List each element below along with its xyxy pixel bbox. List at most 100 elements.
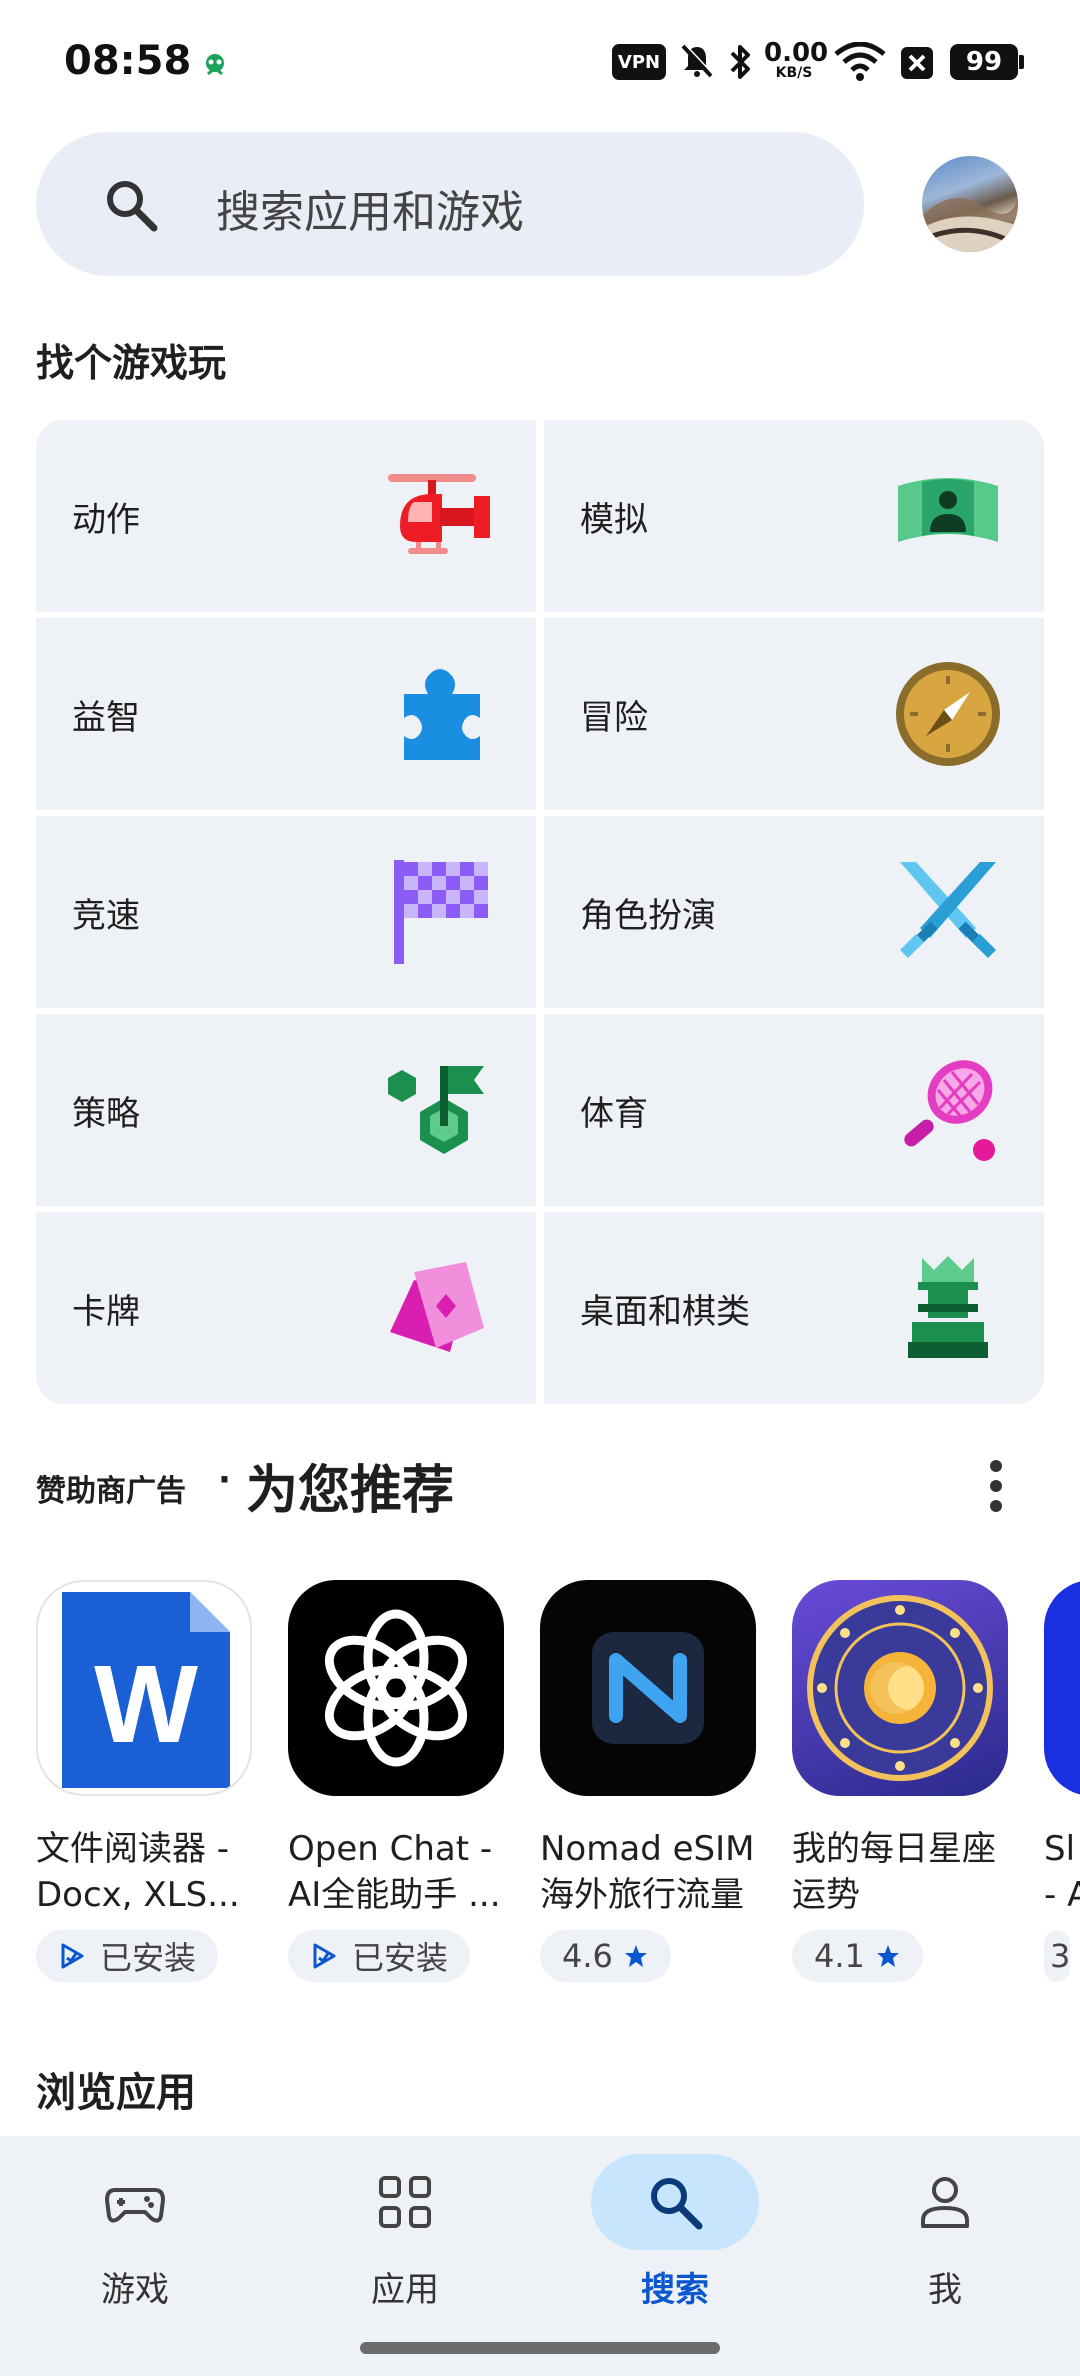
cards-icon <box>390 1262 484 1352</box>
app-name-line2: 运势 <box>792 1875 860 1915</box>
installed-badge: 已安装 <box>288 1930 471 1982</box>
search-placeholder: 搜索应用和游戏 <box>216 187 524 238</box>
search-bar[interactable]: 搜索应用和游戏 <box>36 132 864 276</box>
separator-dot: · <box>218 1460 231 1500</box>
tennis-racket-icon <box>904 1060 995 1161</box>
app-card-file-reader[interactable]: W 文件阅读器 - Docx, XLS... 已安装 <box>36 1580 254 1982</box>
crossed-swords-icon <box>900 862 996 958</box>
avatar-image <box>922 196 1018 252</box>
nav-label: 我 <box>928 2270 962 2310</box>
zodiac-wheel-icon <box>792 1580 1008 1796</box>
simulation-icon <box>898 478 998 542</box>
helicopter-icon <box>388 474 490 554</box>
installed-icon <box>313 1943 336 1969</box>
nav-label: 搜索 <box>641 2270 709 2310</box>
category-label: 卡牌 <box>72 1292 140 1332</box>
network-speed: 0.00 KB/S <box>764 38 829 81</box>
nav-me[interactable]: 我 <box>810 2136 1080 2376</box>
category-puzzle[interactable]: 益智 <box>36 618 536 810</box>
app-name-line2: Docx, XLS... <box>36 1875 240 1915</box>
search-icon <box>107 181 158 232</box>
category-label: 竞速 <box>72 896 140 936</box>
category-action[interactable]: 动作 <box>36 420 536 612</box>
installed-icon <box>61 1943 84 1969</box>
app-name-line2: AI全能助手 ... <box>288 1875 501 1915</box>
badge-text: 已安装 <box>352 1939 449 1977</box>
nav-label: 游戏 <box>101 2270 169 2310</box>
category-racing[interactable]: 竞速 <box>36 816 536 1008</box>
category-simulation[interactable]: 模拟 <box>544 420 1044 612</box>
category-label: 桌面和棋类 <box>580 1292 750 1332</box>
star-icon <box>624 1945 647 1967</box>
category-strategy[interactable]: 策略 <box>36 1014 536 1206</box>
category-label: 益智 <box>72 698 140 738</box>
account-avatar[interactable] <box>922 156 1018 252</box>
app-card-horoscope[interactable]: 我的每日星座 运势 4.1 <box>792 1580 1010 1982</box>
installed-badge: 已安装 <box>36 1930 219 1982</box>
bug-icon <box>206 54 224 76</box>
category-board[interactable]: 桌面和棋类 <box>544 1212 1044 1404</box>
rating-badge: 4.1 <box>792 1930 923 1982</box>
badge-text: 已安装 <box>100 1939 197 1977</box>
checkered-flag-icon <box>394 860 488 964</box>
nav-games[interactable]: 游戏 <box>0 2136 270 2376</box>
app-name-line2: 海外旅行流量 <box>540 1875 744 1915</box>
app-card-open-chat[interactable]: Open Chat - AI全能助手 ... 已安装 <box>288 1580 506 1982</box>
mute-icon <box>681 43 714 78</box>
rating-value: 4.6 <box>562 1937 613 1975</box>
svg-text:W: W <box>94 1643 198 1766</box>
category-label: 角色扮演 <box>580 896 716 936</box>
battery-icon: 99 <box>950 44 1024 80</box>
bluetooth-icon <box>730 45 750 79</box>
app-name-line1: Nomad eSIM <box>540 1829 755 1869</box>
category-sports[interactable]: 体育 <box>544 1014 1044 1206</box>
compass-icon <box>896 662 1000 766</box>
category-label: 策略 <box>72 1094 140 1134</box>
person-icon <box>921 2177 969 2228</box>
app-name-line2: - A <box>1044 1875 1080 1915</box>
category-card[interactable]: 卡牌 <box>36 1212 536 1404</box>
rating-badge: 4.6 <box>540 1930 671 1982</box>
sponsored-label: 赞助商广告 <box>36 1474 186 1509</box>
nav-search[interactable]: 搜索 <box>540 2136 810 2376</box>
app-card-nomad-esim[interactable]: Nomad eSIM 海外旅行流量 4.6 <box>540 1580 758 1982</box>
status-bar: 08:58 VPN 0.00 KB/S 99 <box>0 0 1080 120</box>
category-roleplay[interactable]: 角色扮演 <box>544 816 1044 1008</box>
more-options-icon[interactable] <box>984 1460 1008 1512</box>
app-card-partial[interactable]: Sl - A 3 <box>1044 1580 1080 1982</box>
category-label: 体育 <box>580 1094 648 1134</box>
recommended-title: 为您推荐 <box>246 1461 455 1521</box>
rating-value: 4.1 <box>814 1937 865 1975</box>
vpn-icon: VPN <box>612 44 666 80</box>
category-label: 动作 <box>72 500 140 540</box>
star-icon <box>876 1945 899 1967</box>
close-box-icon <box>901 47 933 79</box>
browse-apps-title: 浏览应用 <box>36 2070 196 2116</box>
gesture-handle[interactable] <box>360 2342 720 2354</box>
nav-apps[interactable]: 应用 <box>270 2136 540 2376</box>
strategy-flag-icon <box>388 1066 484 1154</box>
chess-rook-icon <box>908 1256 988 1358</box>
apps-grid-icon <box>379 2176 431 2228</box>
category-label: 模拟 <box>580 500 648 540</box>
puzzle-icon <box>404 669 480 760</box>
nomad-esim-icon <box>540 1580 756 1796</box>
app-name-line1: Open Chat - <box>288 1829 493 1869</box>
partial-app-icon <box>1044 1580 1080 1796</box>
app-name-line1: 我的每日星座 <box>792 1829 996 1869</box>
nav-label: 应用 <box>371 2270 439 2310</box>
rating-value: 3 <box>1050 1937 1071 1975</box>
word-doc-icon: W <box>36 1580 252 1796</box>
status-time: 08:58 <box>64 38 192 84</box>
games-section-title: 找个游戏玩 <box>36 341 227 385</box>
rating-badge: 3 <box>1044 1930 1071 1982</box>
bottom-navigation: 游戏 应用 搜索 我 <box>0 2136 1080 2376</box>
category-adventure[interactable]: 冒险 <box>544 618 1044 810</box>
search-icon <box>651 2178 703 2230</box>
wifi-icon <box>834 42 886 81</box>
openai-knot-icon <box>288 1580 504 1796</box>
category-label: 冒险 <box>580 698 648 738</box>
app-name-line1: 文件阅读器 - <box>36 1829 230 1869</box>
app-name-line1: Sl <box>1044 1829 1076 1869</box>
gamepad-icon <box>105 2188 165 2223</box>
